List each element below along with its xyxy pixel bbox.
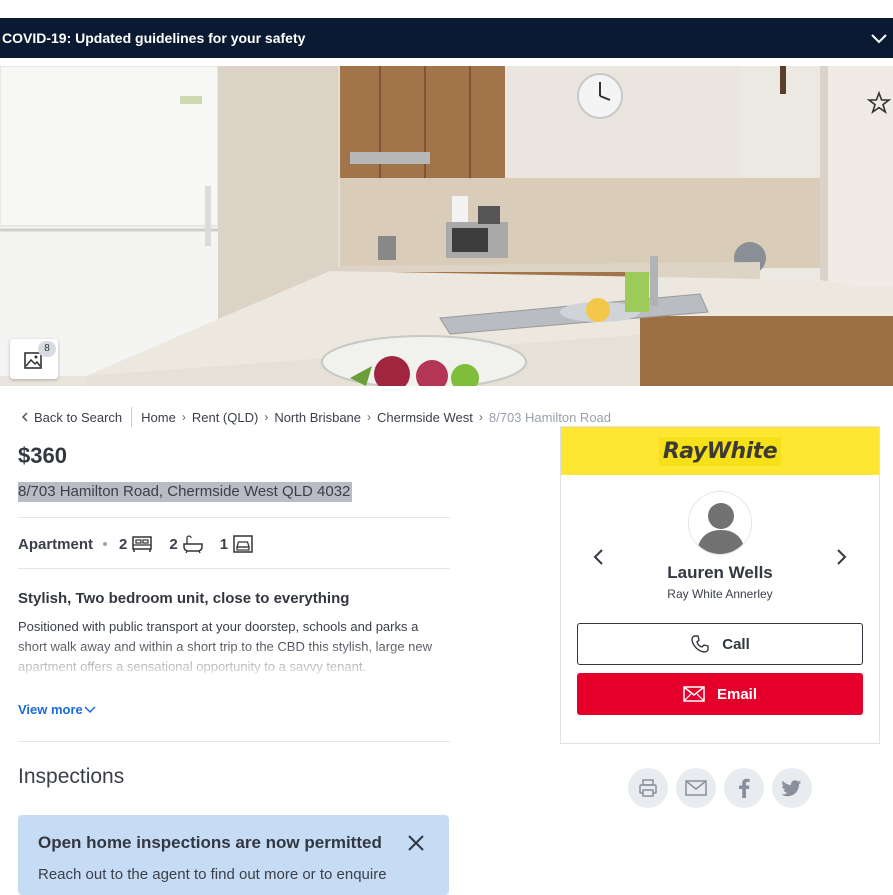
breadcrumb-item-home[interactable]: Home (141, 410, 176, 425)
email-label: Email (716, 685, 758, 703)
view-more-link[interactable]: View more (18, 702, 97, 717)
share-actions (628, 768, 820, 808)
chevron-right-icon: › (181, 410, 186, 424)
notice-body: Reach out to the agent to find out more … (38, 866, 387, 883)
facebook-icon (739, 778, 750, 798)
chevron-right-icon: › (478, 410, 483, 424)
bathrooms-feature: 2 (169, 534, 203, 554)
inspections-notice: Open home inspections are now permitted … (18, 815, 449, 895)
photo-count-badge: 8 (38, 341, 56, 357)
covid-banner-text: COVID-19: Updated guidelines for your sa… (2, 30, 306, 46)
breadcrumb-current: 8/703 Hamilton Road (488, 409, 612, 425)
agent-agency: Ray White Annerley (667, 587, 773, 601)
agent-avatar (688, 491, 752, 555)
email-share-button[interactable] (676, 768, 716, 808)
chevron-left-icon (21, 412, 28, 422)
agent-name[interactable]: Lauren Wells (561, 563, 879, 583)
email-button[interactable]: Email (577, 673, 863, 715)
covid-banner[interactable]: COVID-19: Updated guidelines for your sa… (0, 18, 893, 58)
close-icon[interactable] (406, 833, 426, 853)
bath-icon (182, 535, 203, 554)
property-features: Apartment 2 2 1 (18, 531, 270, 557)
breadcrumb: Back to Search Home › Rent (QLD) › North… (20, 407, 611, 427)
agent-card: RayWhite Lauren Wells Ray White Annerley… (560, 426, 880, 744)
view-more-label: View more (18, 702, 83, 717)
divider (18, 568, 450, 569)
chevron-down-icon[interactable] (869, 28, 889, 48)
bathrooms-count: 2 (169, 535, 178, 553)
notice-title: Open home inspections are now permitted (38, 833, 382, 852)
twitter-icon (782, 780, 801, 797)
agency-brand-bar[interactable]: RayWhite (561, 427, 879, 475)
property-type: Apartment (18, 535, 94, 553)
listing-headline: Stylish, Two bedroom unit, close to ever… (18, 590, 350, 607)
phone-icon (691, 635, 709, 653)
mail-icon (683, 686, 705, 702)
breadcrumb-item-rent[interactable]: Rent (QLD) (192, 410, 258, 425)
divider (18, 517, 450, 518)
bed-icon (132, 536, 153, 552)
listing-hero-image[interactable] (0, 66, 893, 386)
twitter-share-button[interactable] (772, 768, 812, 808)
description-fade (18, 640, 450, 680)
back-to-search-label: Back to Search (34, 409, 123, 425)
bedrooms-count: 2 (119, 535, 128, 553)
chevron-right-icon: › (264, 410, 269, 424)
print-button[interactable] (628, 768, 668, 808)
breadcrumb-item-suburb[interactable]: Chermside West (377, 410, 473, 425)
call-button[interactable]: Call (577, 623, 863, 665)
listing-price: $360 (18, 443, 67, 468)
separator-dot (103, 542, 108, 546)
back-to-search-link[interactable]: Back to Search (20, 410, 122, 425)
breadcrumb-item-region[interactable]: North Brisbane (274, 410, 361, 425)
inspections-heading: Inspections (18, 765, 125, 788)
mail-icon (685, 780, 707, 796)
chevron-right-icon: › (367, 410, 372, 424)
car-icon (233, 535, 253, 553)
breadcrumb-divider (131, 407, 133, 427)
bedrooms-feature: 2 (119, 534, 153, 554)
facebook-share-button[interactable] (724, 768, 764, 808)
print-icon (639, 779, 657, 797)
chevron-down-icon (84, 705, 96, 713)
star-icon[interactable] (866, 90, 892, 116)
call-label: Call (722, 635, 750, 653)
agency-logo: RayWhite (658, 436, 782, 466)
listing-address: 8/703 Hamilton Road, Chermside West QLD … (18, 482, 353, 502)
parking-count: 1 (219, 535, 229, 553)
divider (18, 741, 450, 742)
parking-feature: 1 (220, 534, 254, 554)
